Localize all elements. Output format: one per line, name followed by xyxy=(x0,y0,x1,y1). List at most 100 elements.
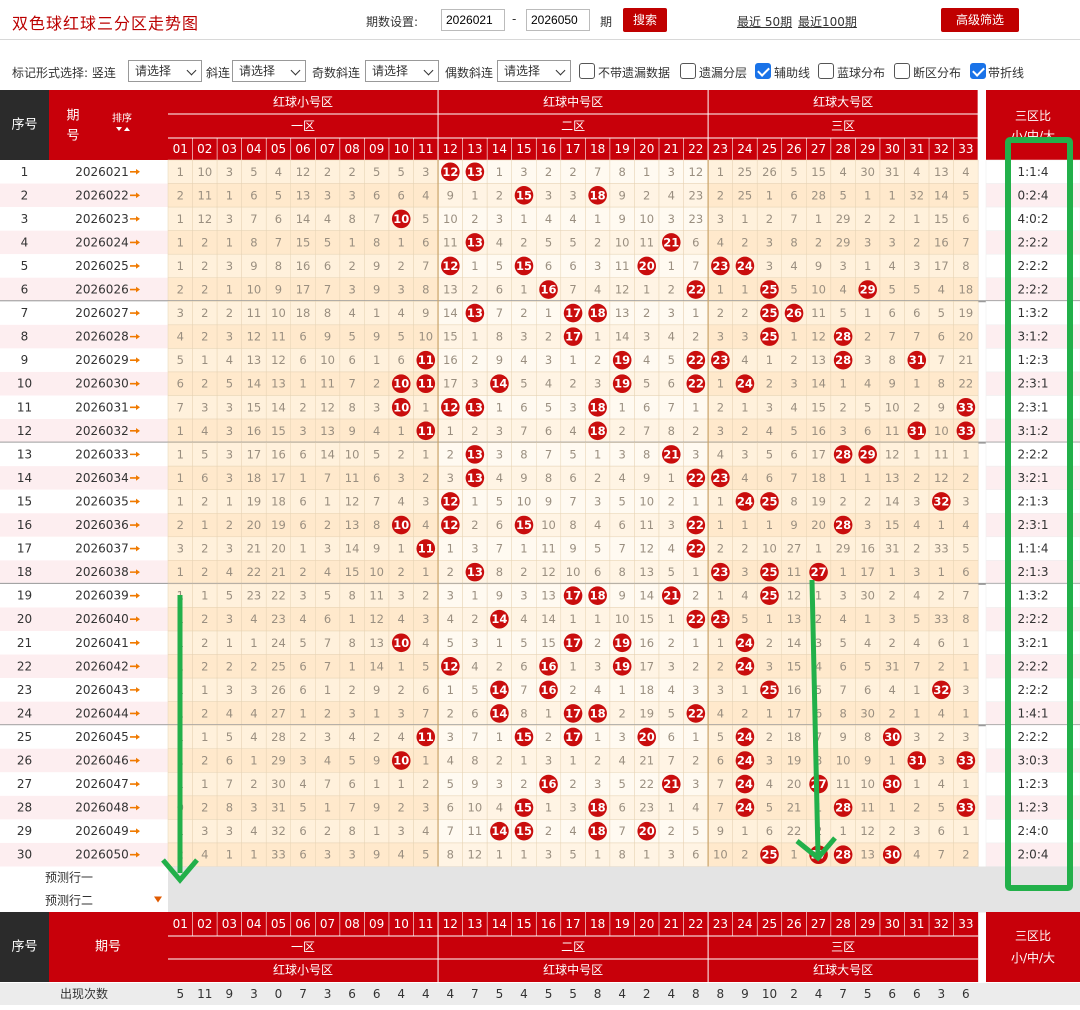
miss-count: 1 xyxy=(545,706,552,720)
row-ratio: 1:3:2 xyxy=(1018,306,1049,320)
miss-count: 7 xyxy=(938,353,945,367)
miss-count: 2 xyxy=(201,377,208,391)
number-header-27: 27 xyxy=(811,142,826,156)
miss-count: 6 xyxy=(373,188,380,202)
miss-count: 31 xyxy=(885,165,900,179)
miss-count: 2 xyxy=(201,259,208,273)
miss-count: 2 xyxy=(422,589,429,603)
miss-count: 4 xyxy=(275,165,282,179)
miss-count: 3 xyxy=(913,494,920,508)
miss-count: 11 xyxy=(885,424,900,438)
miss-count: 3 xyxy=(839,589,846,603)
miss-count: 7 xyxy=(717,777,724,791)
miss-count: 7 xyxy=(471,730,478,744)
miss-count: 3 xyxy=(717,212,724,226)
miss-count: 3 xyxy=(962,683,969,697)
miss-count: 29 xyxy=(271,754,286,768)
drawn-ball-number: 25 xyxy=(761,565,777,579)
miss-count: 17 xyxy=(787,706,802,720)
miss-count: 9 xyxy=(422,306,429,320)
miss-count: 1 xyxy=(913,447,920,461)
miss-count: 1 xyxy=(348,659,355,673)
miss-count: 2 xyxy=(692,659,699,673)
number-header-13: 13 xyxy=(467,142,482,156)
miss-count: 2 xyxy=(913,400,920,414)
miss-count: 26 xyxy=(271,683,286,697)
miss-count: 3 xyxy=(619,447,626,461)
row-seq: 26 xyxy=(17,754,32,768)
sort-toggle[interactable]: 排序 xyxy=(112,112,132,125)
miss-count: 2 xyxy=(520,777,527,791)
row-ratio: 1:2:3 xyxy=(1018,777,1049,791)
row-period: 2026039 xyxy=(75,589,128,603)
drawn-ball-number: 25 xyxy=(761,494,777,508)
miss-count: 12 xyxy=(369,612,384,626)
miss-count: 6 xyxy=(422,683,429,697)
miss-count: 1 xyxy=(422,400,429,414)
miss-count: 2 xyxy=(668,636,675,650)
footer-number-06: 06 xyxy=(295,917,310,931)
miss-count: 6 xyxy=(324,612,331,626)
miss-count: 1 xyxy=(839,565,846,579)
miss-count: 20 xyxy=(271,542,286,556)
miss-count: 14 xyxy=(369,659,384,673)
miss-count: 2 xyxy=(471,424,478,438)
miss-count: 3 xyxy=(348,188,355,202)
miss-count: 2 xyxy=(177,283,184,297)
predict-row-two: 预测行二 xyxy=(45,894,93,908)
miss-count: 7 xyxy=(790,212,797,226)
miss-count: 1 xyxy=(839,377,846,391)
miss-count: 32 xyxy=(909,188,924,202)
miss-count: 3 xyxy=(422,612,429,626)
miss-count: 6 xyxy=(299,353,306,367)
miss-count: 1 xyxy=(496,400,503,414)
miss-count: 13 xyxy=(320,424,335,438)
row-seq: 30 xyxy=(17,848,32,862)
miss-count: 3 xyxy=(496,212,503,226)
drawn-ball-number: 10 xyxy=(393,400,409,414)
miss-count: 2 xyxy=(324,165,331,179)
miss-count: 4 xyxy=(913,848,920,862)
drawn-ball-number: 16 xyxy=(541,777,557,791)
drawn-ball-number: 24 xyxy=(737,730,753,744)
miss-count: 17 xyxy=(271,471,286,485)
miss-count: 7 xyxy=(594,165,601,179)
miss-count: 2 xyxy=(348,683,355,697)
miss-count: 4 xyxy=(668,683,675,697)
miss-count: 6 xyxy=(864,424,871,438)
miss-count: 20 xyxy=(959,330,974,344)
miss-count: 6 xyxy=(962,212,969,226)
miss-count: 1 xyxy=(373,706,380,720)
footer-number-22: 22 xyxy=(688,917,703,931)
miss-count: 7 xyxy=(226,777,233,791)
drawn-ball-number: 28 xyxy=(835,447,851,461)
miss-count: 3 xyxy=(594,377,601,391)
drawn-ball-number: 29 xyxy=(860,283,876,297)
miss-count: 1 xyxy=(619,683,626,697)
miss-count: 2 xyxy=(913,542,920,556)
miss-count: 1 xyxy=(250,754,257,768)
footer-number-19: 19 xyxy=(615,917,630,931)
miss-count: 3 xyxy=(668,212,675,226)
miss-count: 30 xyxy=(271,777,286,791)
row-ratio: 0:2:4 xyxy=(1018,188,1049,202)
miss-count: 5 xyxy=(201,447,208,461)
row-seq: 18 xyxy=(17,565,32,579)
miss-count: 11 xyxy=(468,824,483,838)
miss-count: 10 xyxy=(836,754,851,768)
miss-count: 4 xyxy=(938,283,945,297)
miss-count: 3 xyxy=(226,400,233,414)
drawn-ball-number: 19 xyxy=(614,353,630,367)
row-period: 2026042 xyxy=(75,659,128,673)
number-header-21: 21 xyxy=(664,142,679,156)
footer-number-04: 04 xyxy=(246,917,261,931)
miss-count: 3 xyxy=(766,754,773,768)
footer-number-18: 18 xyxy=(590,917,605,931)
miss-count: 13 xyxy=(885,471,900,485)
zone-sub-header-1: 一区 xyxy=(291,119,315,133)
drawn-ball-number: 23 xyxy=(712,353,728,367)
miss-count: 8 xyxy=(569,518,576,532)
miss-count: 1 xyxy=(496,848,503,862)
miss-count: 5 xyxy=(839,306,846,320)
miss-count: 17 xyxy=(811,447,826,461)
